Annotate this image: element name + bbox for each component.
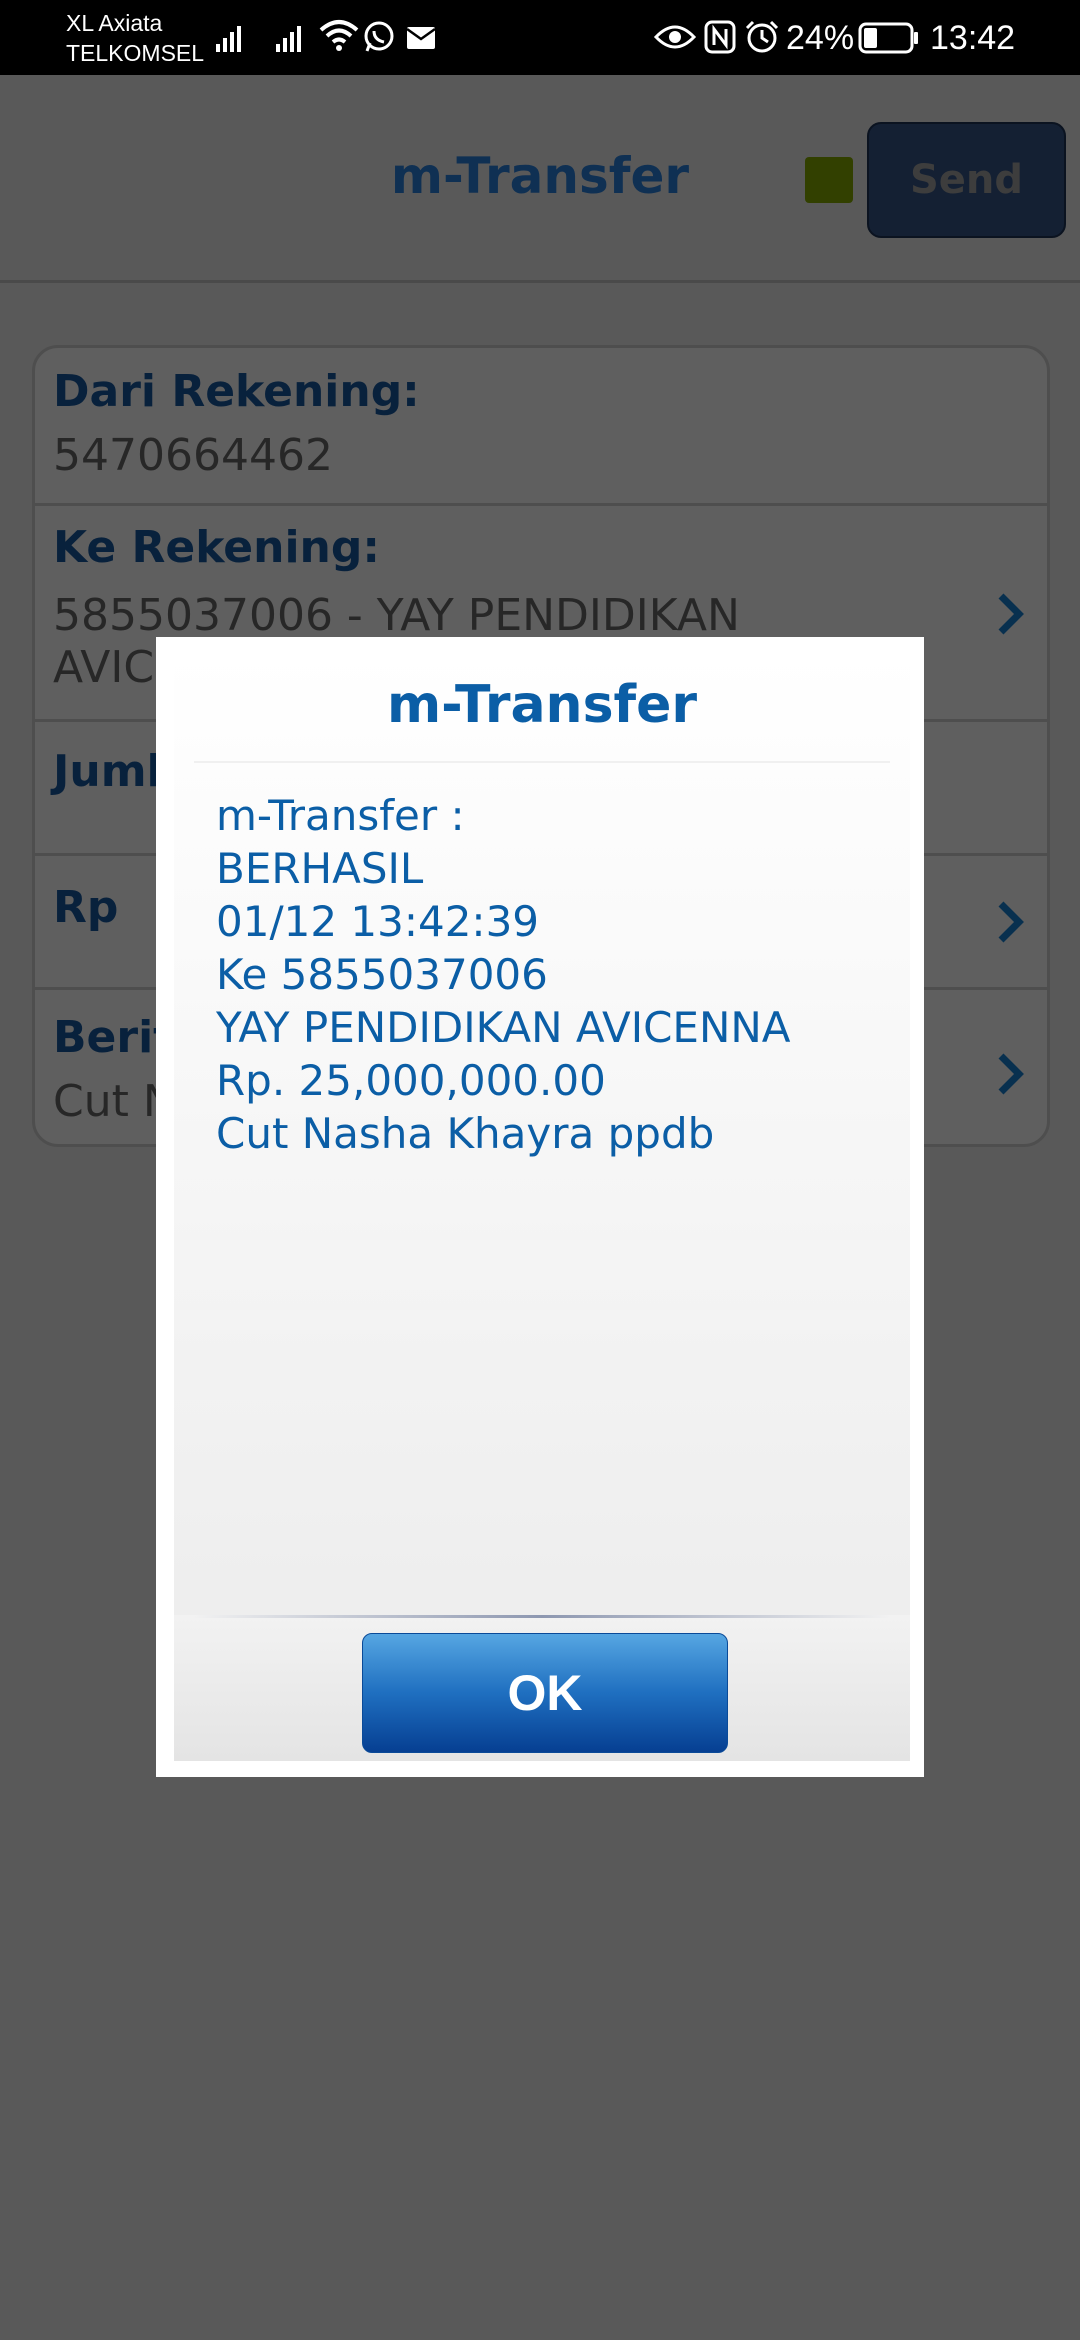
message-line: Cut Nasha Khayra ppdb (216, 1109, 715, 1158)
signal-1-icon (216, 26, 241, 52)
chevron-right-icon (998, 593, 1024, 635)
dialog-body: m-Transfer m-Transfer : BERHASIL 01/12 1… (174, 653, 910, 1761)
carrier-names: XL Axiata TELKOMSEL (66, 8, 204, 68)
transfer-result-dialog: m-Transfer m-Transfer : BERHASIL 01/12 1… (156, 637, 924, 1777)
chevron-right-icon (998, 1053, 1024, 1095)
signal-2-icon (276, 26, 301, 52)
send-button[interactable]: Send (867, 122, 1066, 238)
from-account-value: 5470664462 (53, 430, 333, 481)
carrier-1: XL Axiata (66, 10, 163, 36)
app-header: m-Transfer Send (0, 75, 1080, 283)
message-line: YAY PENDIDIKAN AVICENNA (216, 1003, 791, 1052)
dialog-message: m-Transfer : BERHASIL 01/12 13:42:39 Ke … (216, 789, 791, 1160)
from-account-row: Dari Rekening: 5470664462 (35, 348, 1047, 506)
status-bar: XL Axiata TELKOMSEL 24% 13:42 (0, 0, 1080, 75)
message-line: Rp. 25,000,000.00 (216, 1056, 606, 1105)
message-line: Ke 5855037006 (216, 950, 548, 999)
ok-button[interactable]: OK (362, 1633, 728, 1753)
to-account-value-2: AVIC (53, 642, 155, 693)
to-account-value-1: 5855037006 - YAY PENDIDIKAN (53, 590, 740, 641)
message-line: m-Transfer : (216, 791, 465, 840)
from-account-label: Dari Rekening: (53, 366, 420, 417)
alarm-icon (745, 20, 779, 53)
currency-label: Rp (53, 882, 119, 933)
chevron-right-icon (998, 901, 1024, 943)
dialog-title-divider (194, 761, 890, 763)
battery-percentage: 24% (786, 19, 855, 57)
to-account-label: Ke Rekening: (53, 522, 380, 573)
battery-icon (858, 22, 918, 54)
status-indicator (805, 157, 853, 203)
whatsapp-icon (364, 21, 394, 52)
dialog-footer-divider (194, 1615, 890, 1618)
wifi-icon (319, 20, 359, 51)
mail-icon (406, 27, 436, 49)
eye-icon (654, 25, 696, 49)
message-line: 01/12 13:42:39 (216, 897, 540, 946)
carrier-2: TELKOMSEL (66, 40, 205, 66)
nfc-icon (704, 20, 736, 54)
clock: 13:42 (930, 19, 1016, 57)
dialog-title: m-Transfer (386, 675, 698, 735)
message-line: BERHASIL (216, 844, 424, 893)
amount-label: Juml (53, 746, 162, 797)
